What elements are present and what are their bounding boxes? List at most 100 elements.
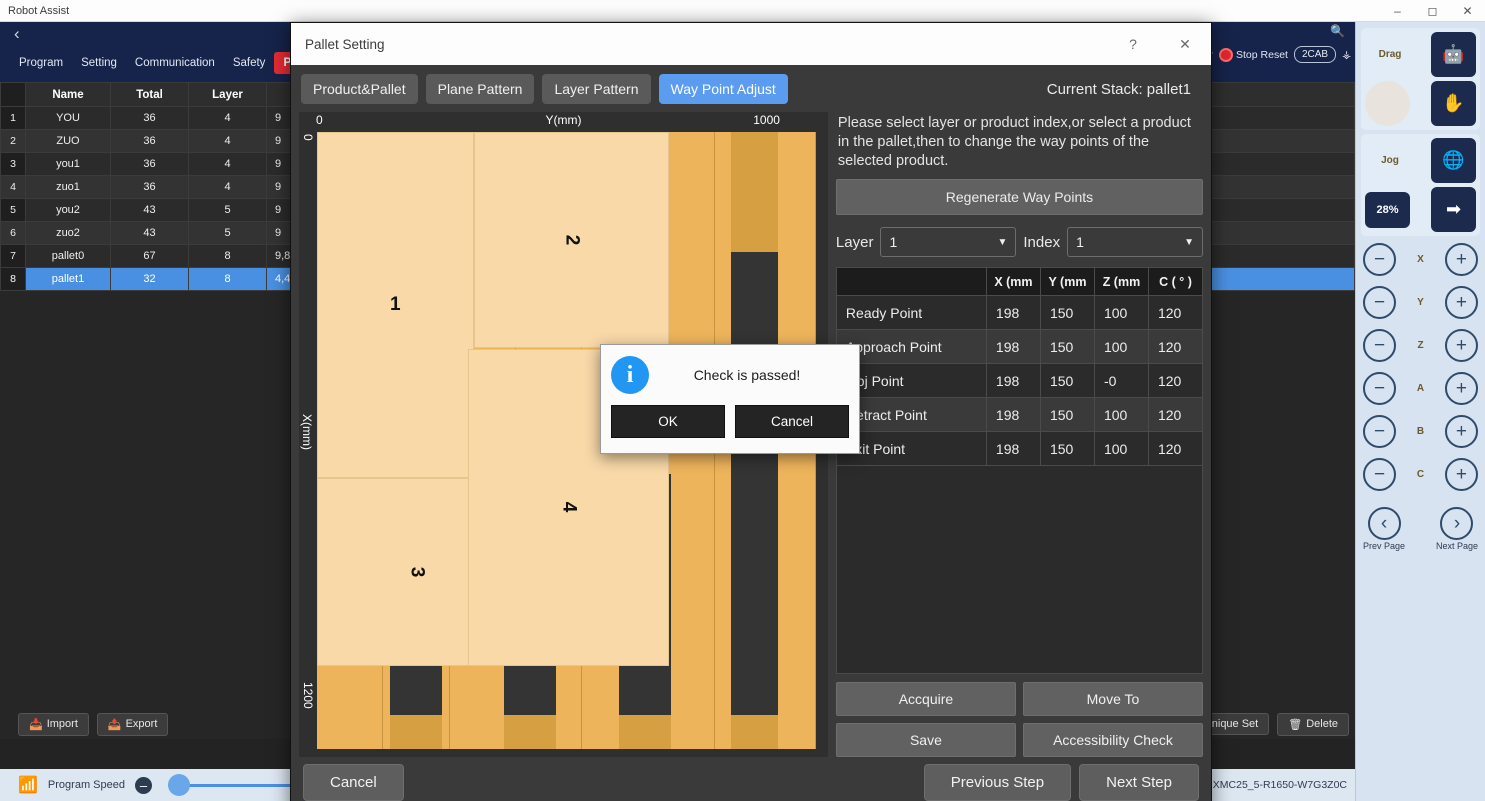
- product-box-2[interactable]: 2: [474, 132, 669, 348]
- menu-item-setting[interactable]: Setting: [72, 52, 126, 74]
- wp-c[interactable]: 120: [1147, 431, 1204, 467]
- previous-step-button[interactable]: Previous Step: [923, 763, 1072, 801]
- jog-x-minus-button[interactable]: −: [1363, 243, 1396, 276]
- wp-x[interactable]: 198: [985, 329, 1041, 365]
- jog-y-minus-button[interactable]: −: [1363, 286, 1396, 319]
- wifi-icon: 📶: [18, 777, 38, 794]
- wp-y[interactable]: 150: [1039, 329, 1095, 365]
- export-button[interactable]: 📤 Export: [96, 712, 169, 736]
- waypoints-table: X (mm Y (mm Z (mm C ( ° ) Ready Point 19…: [835, 267, 1204, 467]
- os-titlebar: Robot Assist – ◻ ✕: [0, 0, 1485, 22]
- speed-decrease-button[interactable]: –: [134, 776, 152, 794]
- tab-way-point-adjust[interactable]: Way Point Adjust: [658, 74, 788, 104]
- waypoint-row[interactable]: Obj Point 198 150 -0 120: [835, 363, 1204, 399]
- delete-button[interactable]: 🗑 Delete: [1277, 712, 1349, 736]
- wp-x[interactable]: 198: [985, 363, 1041, 399]
- back-icon[interactable]: ‹: [14, 24, 20, 44]
- jog-a-minus-button[interactable]: −: [1363, 372, 1396, 405]
- slider-knob[interactable]: [167, 774, 190, 796]
- tab-product-pallet[interactable]: Product&Pallet: [301, 74, 418, 104]
- menu-item-safety[interactable]: Safety: [224, 52, 275, 74]
- wp-z[interactable]: -0: [1093, 363, 1149, 399]
- index-select[interactable]: 1 ▼: [1067, 227, 1203, 258]
- import-button[interactable]: 📥 Import: [18, 712, 89, 736]
- wp-col-name: [835, 267, 987, 297]
- wp-z[interactable]: 100: [1093, 295, 1149, 331]
- jog-z-plus-button[interactable]: +: [1444, 329, 1478, 362]
- next-page-button[interactable]: › Next Page: [1436, 507, 1478, 551]
- row-name: ZUO: [25, 129, 111, 153]
- drag-group: Drag 🤖 ✋: [1361, 28, 1480, 130]
- waypoint-row[interactable]: Retract Point 198 150 100 120: [835, 397, 1204, 433]
- globe-icon[interactable]: 🌐: [1431, 138, 1476, 183]
- maximize-icon[interactable]: ◻: [1415, 0, 1450, 22]
- lock-icon[interactable]: ⚶: [1342, 49, 1351, 61]
- waypoint-row[interactable]: Ready Point 198 150 100 120: [835, 295, 1204, 331]
- close-icon[interactable]: ✕: [1450, 0, 1485, 22]
- wp-x[interactable]: 198: [985, 397, 1041, 433]
- instruction-text: Please select layer or product index,or …: [837, 115, 1191, 170]
- jog-x-plus-button[interactable]: +: [1444, 243, 1478, 276]
- waypoints-empty-space: [835, 466, 1203, 674]
- waypoint-row[interactable]: Exit Point 198 150 100 120: [835, 431, 1204, 467]
- wp-z[interactable]: 100: [1093, 397, 1149, 433]
- wp-c[interactable]: 120: [1147, 363, 1204, 399]
- mode-chip-2cab[interactable]: 2CAB: [1293, 46, 1337, 63]
- cancel-button[interactable]: Cancel: [303, 763, 404, 801]
- stop-reset-button[interactable]: Stop Reset: [1219, 47, 1288, 62]
- help-icon[interactable]: ?: [1107, 23, 1159, 65]
- axis-label-z: Z: [1417, 340, 1424, 351]
- layer-select[interactable]: 1 ▼: [880, 227, 1017, 258]
- wp-y[interactable]: 150: [1039, 363, 1095, 399]
- jog-speed-button[interactable]: 28%: [1365, 191, 1410, 228]
- double-arrow-icon[interactable]: ➡: [1431, 187, 1476, 232]
- jog-b-minus-button[interactable]: −: [1363, 415, 1396, 448]
- export-label: Export: [125, 718, 158, 730]
- jog-b-plus-button[interactable]: +: [1444, 415, 1478, 448]
- drag-row-bottom: ✋: [1365, 81, 1476, 126]
- wp-c[interactable]: 120: [1147, 295, 1204, 331]
- next-step-button[interactable]: Next Step: [1079, 763, 1199, 801]
- row-name: pallet1: [25, 267, 111, 291]
- acquire-button[interactable]: Accquire: [835, 682, 1016, 716]
- jog-y-plus-button[interactable]: +: [1444, 286, 1478, 319]
- regenerate-way-points-button[interactable]: Regenerate Way Points: [835, 179, 1203, 216]
- product-box-3-label: 3: [406, 566, 428, 578]
- row-layer: 8: [188, 267, 267, 291]
- wp-col-y: Y (mm: [1039, 267, 1095, 297]
- waypoint-row[interactable]: Approach Point 198 150 100 120: [835, 329, 1204, 365]
- dialog-close-icon[interactable]: ✕: [1159, 23, 1211, 65]
- jog-c-minus-button[interactable]: −: [1363, 458, 1396, 491]
- wp-y[interactable]: 150: [1039, 431, 1095, 467]
- robot-arm-icon[interactable]: 🤖: [1431, 32, 1476, 77]
- minimize-icon[interactable]: –: [1380, 0, 1415, 22]
- jog-c-plus-button[interactable]: +: [1444, 458, 1478, 491]
- row-layer: 5: [188, 198, 267, 222]
- jog-z-minus-button[interactable]: −: [1363, 329, 1396, 362]
- menu-item-program[interactable]: Program: [10, 52, 72, 74]
- drag-row-top: Drag 🤖: [1365, 32, 1476, 77]
- product-box-1[interactable]: 1: [317, 132, 474, 478]
- col-layer: Layer: [188, 82, 267, 107]
- wp-c[interactable]: 120: [1147, 329, 1204, 365]
- drag-pad[interactable]: [1365, 81, 1410, 126]
- wp-z[interactable]: 100: [1093, 329, 1149, 365]
- wp-c[interactable]: 120: [1147, 397, 1204, 433]
- prev-page-button[interactable]: ‹ Prev Page: [1363, 507, 1405, 551]
- tab-plane-pattern[interactable]: Plane Pattern: [425, 74, 535, 104]
- menu-item-communication[interactable]: Communication: [126, 52, 224, 74]
- alert-cancel-button[interactable]: Cancel: [735, 405, 849, 438]
- search-icon[interactable]: 🔍: [1330, 24, 1345, 38]
- alert-ok-button[interactable]: OK: [611, 405, 725, 438]
- hand-add-icon[interactable]: ✋: [1431, 81, 1476, 126]
- jog-a-plus-button[interactable]: +: [1444, 372, 1478, 405]
- app-body: ‹ 🔍 Program Setting Communication Safety…: [0, 22, 1485, 801]
- wp-y[interactable]: 150: [1039, 295, 1095, 331]
- wp-x[interactable]: 198: [985, 431, 1041, 467]
- move-to-button[interactable]: Move To: [1022, 682, 1203, 716]
- tab-layer-pattern[interactable]: Layer Pattern: [542, 74, 651, 104]
- dialog-step-buttons: Previous Step Next Step: [923, 763, 1199, 801]
- wp-y[interactable]: 150: [1039, 397, 1095, 433]
- wp-x[interactable]: 198: [985, 295, 1041, 331]
- wp-z[interactable]: 100: [1093, 431, 1149, 467]
